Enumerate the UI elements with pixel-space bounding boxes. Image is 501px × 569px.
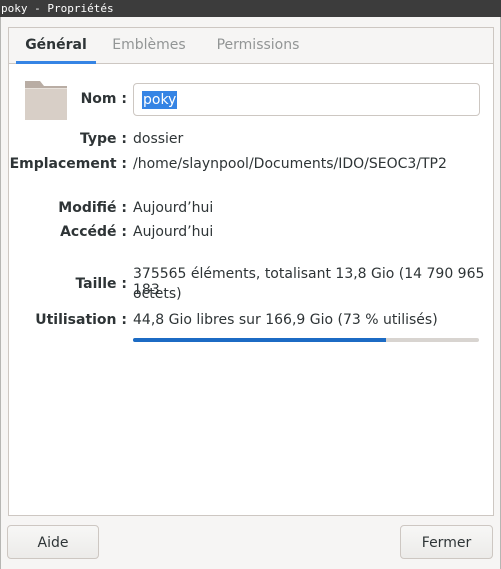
accessed-value: Aujourd’hui — [133, 224, 214, 240]
tab-emblems[interactable]: Emblèmes — [105, 28, 193, 63]
window-titlebar[interactable]: poky - Propriétés — [0, 0, 501, 17]
location-value: /home/slaynpool/Documents/IDO/SEOC3/TP2 — [133, 156, 447, 172]
help-button[interactable]: Aide — [7, 525, 99, 559]
usage-label: Utilisation : — [35, 312, 127, 328]
size-value-line2: octets) — [133, 286, 182, 302]
accessed-label: Accédé : — [60, 224, 127, 240]
type-value: dossier — [133, 131, 184, 147]
tab-permissions[interactable]: Permissions — [207, 28, 309, 63]
location-label: Emplacement : — [9, 156, 127, 172]
size-label: Taille : — [75, 276, 127, 292]
name-value: poky — [142, 91, 178, 109]
notebook: Général Emblèmes Permissions Nom : poky … — [8, 27, 494, 516]
tab-general[interactable]: Général — [16, 28, 96, 64]
type-label: Type : — [79, 131, 127, 147]
usage-bar — [133, 338, 479, 342]
usage-value: 44,8 Gio libres sur 166,9 Gio (73 % util… — [133, 312, 438, 328]
size-value-line1: 375565 éléments, totalisant 13,8 Gio (14… — [133, 266, 485, 298]
name-label: Nom : — [80, 91, 127, 107]
window-title: poky - Propriétés — [1, 2, 114, 15]
name-input[interactable]: poky — [133, 83, 480, 116]
close-button[interactable]: Fermer — [400, 525, 493, 559]
modified-value: Aujourd’hui — [133, 200, 214, 216]
tab-bar: Général Emblèmes Permissions — [9, 28, 493, 64]
modified-label: Modifié : — [58, 200, 127, 216]
usage-bar-fill — [133, 338, 386, 342]
